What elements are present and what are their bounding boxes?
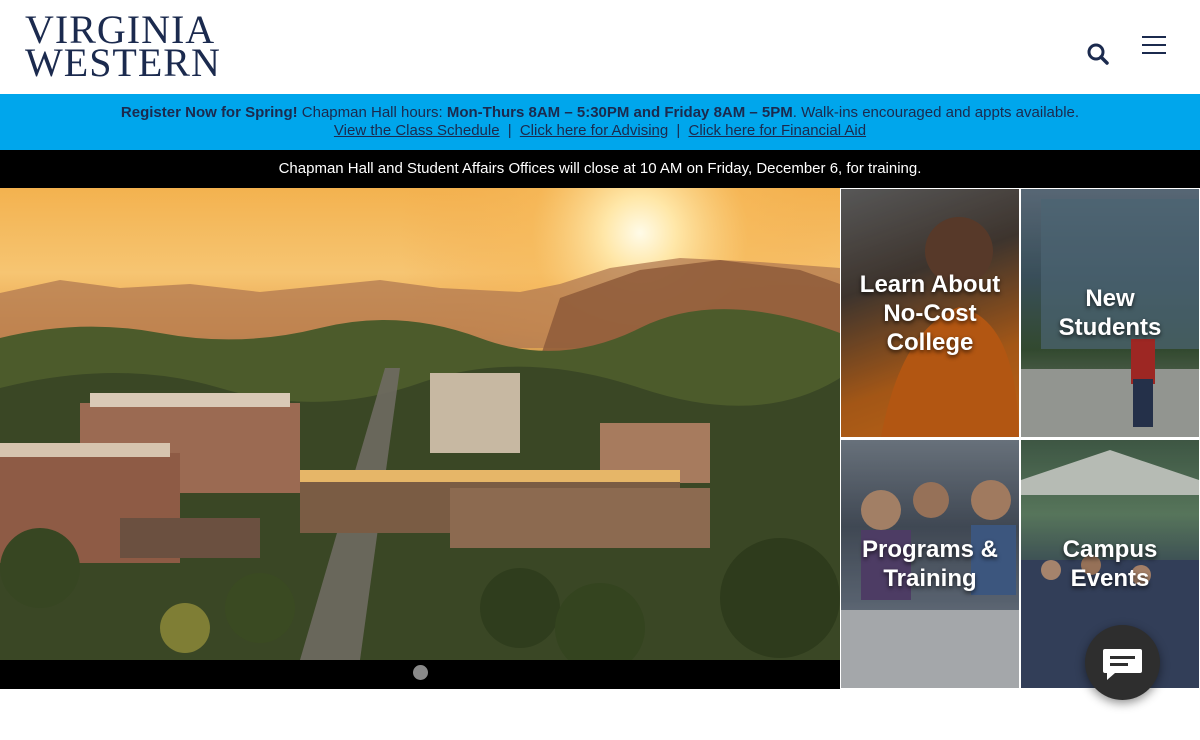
class-schedule-link[interactable]: View the Class Schedule	[334, 122, 500, 139]
tile-label-line: College	[886, 329, 974, 356]
chat-bubble-icon	[1103, 649, 1142, 680]
tile-label-line: Campus	[1062, 536, 1158, 563]
site-header: VIRGINIA WESTERN	[0, 0, 1200, 94]
register-now-lead: Register Now for Spring!	[120, 104, 298, 121]
tile-label-line: No-Cost	[883, 300, 977, 327]
programs-training-tile[interactable]: Programs & Training	[841, 440, 1019, 688]
tile-label-line: Learn About	[859, 271, 1001, 298]
new-students-tile[interactable]: New Students	[1021, 189, 1199, 437]
tile-label-line: New	[1085, 285, 1135, 312]
walkins-text: . Walk-ins encouraged and appts availabl…	[792, 104, 1080, 121]
announcement-links: View the Class Schedule | Click here for…	[0, 122, 1200, 139]
carousel-dot[interactable]	[413, 665, 428, 680]
tile-label-line: Training	[883, 565, 977, 592]
chat-button[interactable]	[1085, 625, 1160, 700]
tile-label-line: Students	[1058, 314, 1162, 341]
tile-label-line: Events	[1070, 565, 1150, 592]
announcement-bar: Register Now for Spring! Chapman Hall ho…	[0, 94, 1200, 150]
link-separator: |	[507, 122, 512, 139]
financial-aid-link[interactable]: Click here for Financial Aid	[688, 122, 866, 139]
announcement-text: Register Now for Spring! Chapman Hall ho…	[0, 104, 1200, 121]
logo-line-2: WESTERN	[25, 40, 221, 85]
no-cost-college-tile[interactable]: Learn About No-Cost College	[841, 189, 1019, 437]
carousel-controls	[0, 660, 840, 689]
hours-value: Mon-Thurs 8AM – 5:30PM and Friday 8AM – …	[446, 104, 793, 121]
closure-notice: Chapman Hall and Student Affairs Offices…	[0, 150, 1200, 188]
search-icon[interactable]	[1086, 42, 1110, 66]
hero-campus-image	[0, 188, 840, 660]
hamburger-menu-icon[interactable]	[1142, 36, 1166, 56]
tile-label-line: Programs &	[861, 536, 999, 563]
advising-link[interactable]: Click here for Advising	[520, 122, 668, 139]
college-logo[interactable]: VIRGINIA WESTERN	[25, 10, 221, 85]
link-separator: |	[676, 122, 681, 139]
hours-label: Chapman Hall hours:	[301, 104, 443, 121]
